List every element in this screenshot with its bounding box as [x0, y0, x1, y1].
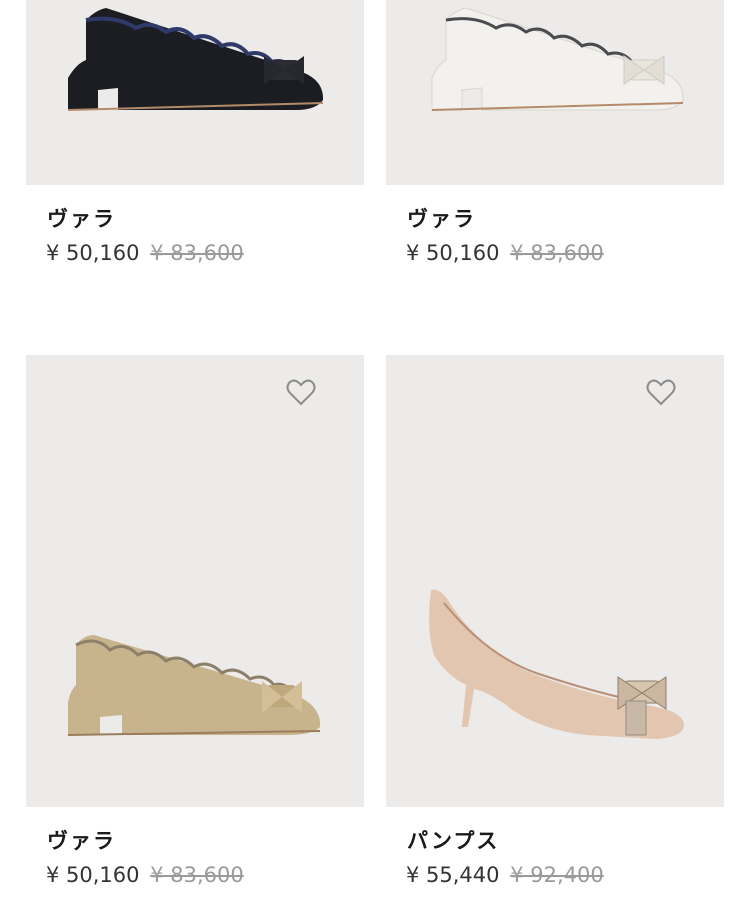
- product-card[interactable]: ヴァラ ¥ 50,160 ¥ 83,600: [386, 0, 724, 265]
- product-grid: ヴァラ ¥ 50,160 ¥ 83,600 ヴァラ ¥ 50,160 ¥ 83,…: [0, 0, 750, 906]
- white-shoe-image: [431, 7, 684, 111]
- product-price: ¥ 55,440 ¥ 92,400: [406, 863, 604, 887]
- product-price: ¥ 50,160 ¥ 83,600: [46, 863, 244, 887]
- product-card[interactable]: ヴァラ ¥ 50,160 ¥ 83,600: [26, 355, 364, 887]
- sale-price: ¥ 50,160: [46, 863, 140, 887]
- sale-price: ¥ 50,160: [46, 241, 140, 265]
- product-name[interactable]: ヴァラ: [407, 203, 476, 233]
- product-card[interactable]: パンプス ¥ 55,440 ¥ 92,400: [386, 355, 724, 887]
- product-card[interactable]: ヴァラ ¥ 50,160 ¥ 83,600: [26, 0, 364, 265]
- product-name[interactable]: パンプス: [407, 825, 499, 855]
- product-image[interactable]: [386, 355, 724, 807]
- original-price: ¥ 83,600: [150, 241, 244, 265]
- product-price: ¥ 50,160 ¥ 83,600: [406, 241, 604, 265]
- sale-price: ¥ 55,440: [406, 863, 500, 887]
- product-image[interactable]: [26, 355, 364, 807]
- original-price: ¥ 92,400: [510, 863, 604, 887]
- product-name[interactable]: ヴァラ: [47, 203, 116, 233]
- product-image[interactable]: [386, 0, 724, 185]
- product-image[interactable]: [26, 0, 364, 185]
- original-price: ¥ 83,600: [510, 241, 604, 265]
- black-shoe-image: [67, 8, 324, 111]
- original-price: ¥ 83,600: [150, 863, 244, 887]
- sale-price: ¥ 50,160: [406, 241, 500, 265]
- product-price: ¥ 50,160 ¥ 83,600: [46, 241, 244, 265]
- gold-shoe-image: [67, 635, 321, 736]
- nude-pump-image: [429, 589, 684, 739]
- product-name[interactable]: ヴァラ: [47, 825, 116, 855]
